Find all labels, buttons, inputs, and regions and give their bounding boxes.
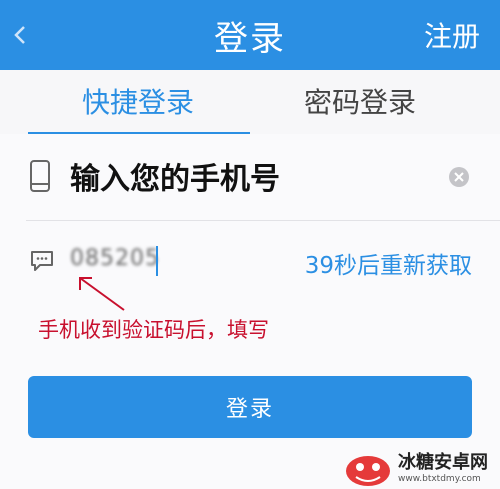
register-button[interactable]: 注册 — [424, 0, 480, 70]
tab-quick-login[interactable]: 快捷登录 — [28, 70, 248, 132]
resend-code-button[interactable]: 39秒后重新获取 — [305, 246, 472, 280]
login-form: 输入您的手机号 085205 39秒后重新获取 手机收到验证码后，填写 登录 — [0, 134, 500, 489]
login-button[interactable]: 登录 — [28, 376, 472, 438]
phone-field[interactable]: 输入您的手机号 — [26, 134, 500, 221]
phone-input-text[interactable]: 输入您的手机号 — [70, 154, 280, 198]
watermark: 冰糖安卓网 www.btxtdmy.com — [342, 449, 500, 489]
tab-password-login[interactable]: 密码登录 — [250, 70, 470, 132]
clear-icon[interactable] — [448, 166, 470, 188]
phone-icon — [30, 160, 50, 192]
text-cursor — [156, 246, 158, 276]
message-icon — [31, 251, 53, 271]
verification-code-input[interactable]: 085205 — [70, 246, 160, 271]
watermark-logo-icon — [346, 456, 390, 486]
watermark-url: www.btxtdmy.com — [398, 474, 481, 484]
annotation-text: 手机收到验证码后，填写 — [38, 318, 269, 342]
app-header: 登录 注册 — [0, 0, 500, 70]
annotation-arrow — [79, 277, 125, 311]
watermark-title: 冰糖安卓网 — [398, 452, 488, 473]
login-tabs: 快捷登录 密码登录 — [0, 70, 500, 135]
